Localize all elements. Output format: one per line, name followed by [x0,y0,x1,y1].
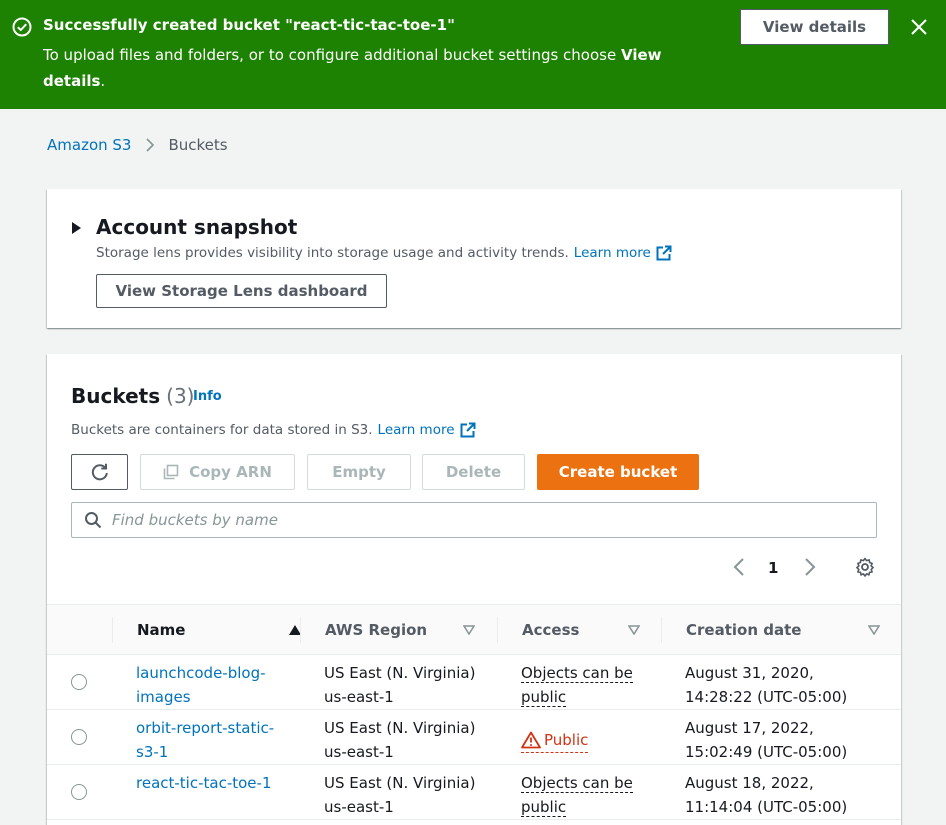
bucket-access: Objects can be public [521,661,646,709]
copy-icon [163,464,179,480]
delete-button[interactable]: Delete [422,454,525,490]
bucket-name-link[interactable]: orbit-report-static-s3-1 [136,716,286,764]
flash-message-text: To upload files and folders, or to confi… [43,46,621,64]
gear-icon[interactable] [855,557,875,577]
caret-right-icon[interactable] [72,222,81,234]
copy-arn-button[interactable]: Copy ARN [140,454,295,490]
close-icon[interactable] [908,16,930,38]
column-name[interactable]: Name [137,605,301,655]
access-value: Objects can be public [521,664,633,707]
column-divider [661,617,662,643]
column-region[interactable]: AWS Region [325,605,475,655]
buckets-learn-more-link[interactable]: Learn more [378,422,455,438]
breadcrumb-amazon-s3[interactable]: Amazon S3 [47,136,131,154]
column-divider [112,617,113,643]
row-select-radio[interactable] [71,729,87,745]
row-select-radio[interactable] [71,784,87,800]
bucket-creation-date: August 31, 2020, 14:28:22 (UTC-05:00) [685,664,848,706]
external-link-icon[interactable] [460,422,476,438]
buckets-panel: Buckets (3) Info Buckets are containers … [47,354,901,825]
empty-button[interactable]: Empty [307,454,411,490]
access-value: Public [544,731,589,749]
chevron-left-icon[interactable] [731,556,747,578]
warning-icon [521,731,541,749]
refresh-button[interactable] [71,454,128,490]
flash-message-end: . [100,72,106,90]
account-snapshot-description: Storage lens provides visibility into st… [96,245,672,261]
bucket-name-link[interactable]: react-tic-tac-toe-1 [136,771,286,795]
external-link-icon[interactable] [656,245,672,261]
snapshot-learn-more-link[interactable]: Learn more [574,245,651,261]
table-row[interactable]: react-tic-tac-toe-1 US East (N. Virginia… [47,765,901,820]
account-snapshot-panel: Account snapshot Storage lens provides v… [47,189,901,328]
bucket-name-link[interactable]: launchcode-blog-images [136,661,286,709]
sort-icon [628,625,640,635]
bucket-creation-date: August 18, 2022, 11:14:04 (UTC-05:00) [685,774,848,816]
bucket-access: Public [521,716,646,753]
search-input[interactable] [112,511,852,529]
buckets-heading: Buckets (3) [71,384,194,408]
breadcrumb-buckets: Buckets [168,136,228,154]
flash-message: To upload files and folders, or to confi… [43,42,703,94]
table-header: Name AWS Region Access Creation date [47,604,901,655]
column-divider [300,617,301,643]
public-badge: Public [521,728,589,753]
column-creation-date[interactable]: Creation date [686,605,880,655]
row-select-radio[interactable] [71,674,87,690]
column-access-label: Access [522,621,580,639]
column-divider [497,617,498,643]
buckets-description: Buckets are containers for data stored i… [71,422,476,438]
success-check-icon [12,17,32,37]
table-row[interactable]: orbit-report-static-s3-1 US East (N. Vir… [47,710,901,765]
breadcrumb: Amazon S3 Buckets [47,136,228,154]
table-row[interactable]: launchcode-blog-images US East (N. Virgi… [47,655,901,710]
refresh-icon [91,463,108,481]
flash-title: Successfully created bucket "react-tic-t… [43,16,455,34]
account-snapshot-title: Account snapshot [96,215,298,239]
bucket-search [71,502,877,538]
column-region-label: AWS Region [325,621,428,639]
page-number[interactable]: 1 [768,559,778,577]
bucket-access: Objects can be public [521,771,646,819]
sort-icon [463,625,475,635]
chevron-right-icon [146,138,155,152]
bucket-region: US East (N. Virginia) us-east-1 [324,719,476,761]
snapshot-description-text: Storage lens provides visibility into st… [96,245,569,261]
bucket-region: US East (N. Virginia) us-east-1 [324,664,476,706]
search-icon [85,512,102,529]
copy-arn-label: Copy ARN [189,463,272,481]
view-details-button[interactable]: View details [740,9,889,45]
access-value: Objects can be public [521,774,633,817]
column-access[interactable]: Access [522,605,640,655]
bucket-region: US East (N. Virginia) us-east-1 [324,774,476,816]
sort-icon [868,625,880,635]
buckets-title: Buckets [71,384,161,408]
column-name-label: Name [137,621,186,639]
create-bucket-button[interactable]: Create bucket [537,454,699,490]
view-storage-lens-dashboard-button[interactable]: View Storage Lens dashboard [96,274,387,308]
bucket-creation-date: August 17, 2022, 15:02:49 (UTC-05:00) [685,719,848,761]
info-link[interactable]: Info [193,389,222,404]
chevron-right-icon[interactable] [802,556,818,578]
success-flashbar: Successfully created bucket "react-tic-t… [0,0,946,109]
column-date-label: Creation date [686,621,802,639]
buckets-description-text: Buckets are containers for data stored i… [71,422,373,438]
buckets-count: (3) [166,384,195,408]
